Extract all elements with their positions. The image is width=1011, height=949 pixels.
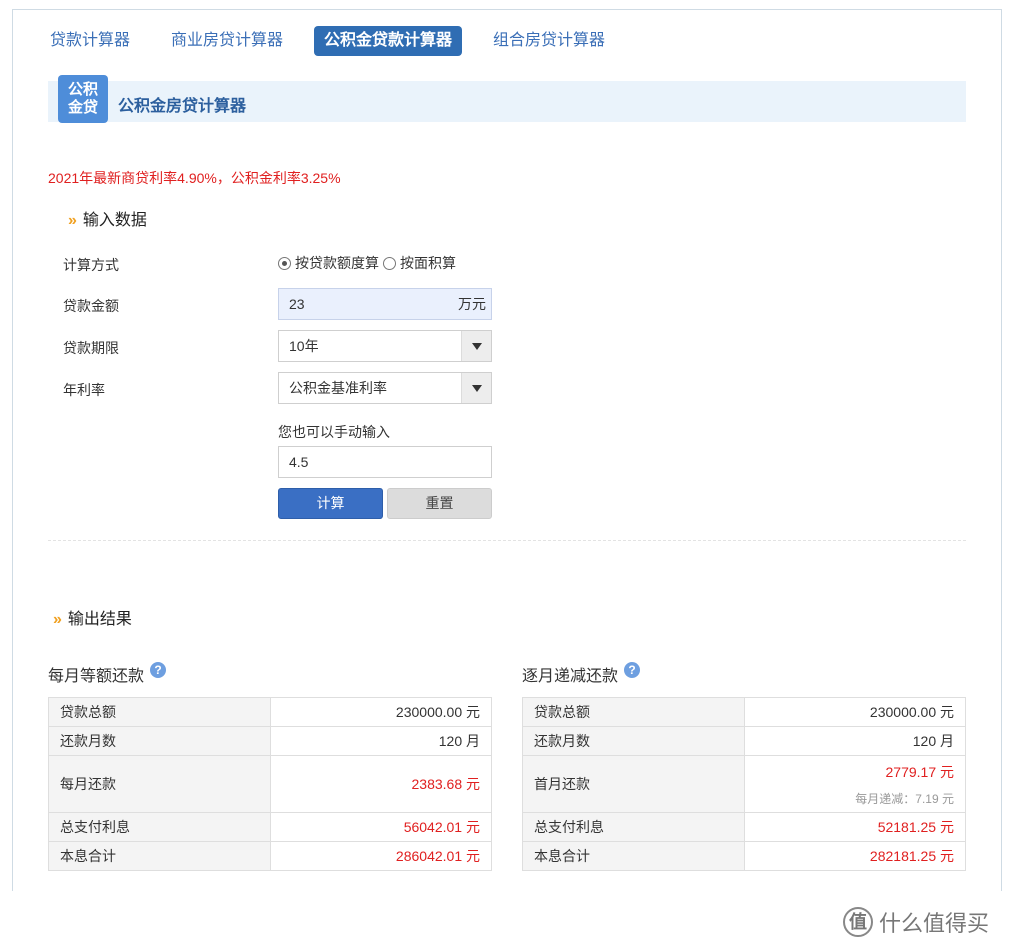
output-section-label: 输出结果: [67, 611, 132, 628]
double-chevron-icon: »: [53, 611, 62, 628]
radio-unchecked-icon[interactable]: [383, 256, 396, 270]
row-label: 贷款总额: [48, 697, 271, 727]
row-label: 本息合计: [522, 841, 745, 871]
equal-principal-table: 贷款总额 230000.00 元 还款月数 120 月 首月还款 2779.17…: [522, 697, 966, 871]
badge-text: 公积 金贷: [67, 81, 98, 116]
provident-fund-badge: 公积 金贷: [58, 75, 108, 123]
method-label: 计算方式: [63, 257, 119, 273]
method-radio-group: 按贷款额度算 按面积算: [278, 253, 460, 273]
reset-button[interactable]: 重置: [387, 488, 492, 519]
equal-installment-title: 每月等额还款 ?: [48, 662, 167, 686]
interest-rate-value: 公积金基准利率: [289, 380, 387, 396]
table-row: 贷款总额 230000.00 元: [522, 697, 966, 727]
row-label: 贷款总额: [522, 697, 745, 727]
equal-installment-label: 每月等额还款: [48, 668, 145, 685]
tab-commercial-mortgage[interactable]: 商业房贷计算器: [161, 26, 293, 56]
table-row: 总支付利息 56042.01 元: [48, 812, 492, 842]
loan-amount-unit: 万元: [458, 296, 486, 312]
first-month-payment: 2779.17 元: [885, 763, 955, 780]
radio-by-amount[interactable]: 按贷款额度算: [278, 253, 379, 273]
smzdm-logo-icon: 值: [843, 907, 873, 937]
watermark: 值 什么值得买: [843, 906, 989, 938]
input-section-label: 输入数据: [82, 212, 147, 229]
row-value: 120 月: [744, 726, 966, 756]
monthly-decrease: 每月递减：7.19 元: [855, 791, 954, 806]
tab-provident-fund-loan[interactable]: 公积金贷款计算器: [314, 26, 463, 56]
loan-amount-input[interactable]: 23 万元: [278, 288, 492, 320]
row-label: 首月还款: [522, 755, 745, 813]
radio-by-amount-label: 按贷款额度算: [295, 255, 379, 271]
table-row: 首月还款 2779.17 元 每月递减：7.19 元: [522, 755, 966, 813]
watermark-text: 什么值得买: [879, 911, 990, 936]
table-row: 总支付利息 52181.25 元: [522, 812, 966, 842]
chevron-down-icon[interactable]: [461, 373, 491, 403]
double-chevron-icon: »: [68, 212, 77, 229]
interest-rate-select[interactable]: 公积金基准利率: [278, 372, 492, 404]
row-value: 286042.01 元: [270, 841, 492, 871]
help-icon[interactable]: ?: [150, 662, 167, 678]
loan-term-value: 10年: [289, 338, 319, 354]
row-value: 120 月: [270, 726, 492, 756]
equal-principal-title: 逐月递减还款 ?: [522, 662, 641, 686]
loan-term-select[interactable]: 10年: [278, 330, 492, 362]
table-row: 本息合计 282181.25 元: [522, 841, 966, 871]
radio-by-area[interactable]: 按面积算: [383, 253, 456, 273]
tab-loan-calculator[interactable]: 贷款计算器: [40, 26, 140, 56]
equal-principal-label: 逐月递减还款: [522, 668, 619, 685]
table-row: 每月还款 2383.68 元: [48, 755, 492, 813]
rate-notice: 2021年最新商贷利率4.90%，公积金利率3.25%: [48, 170, 341, 186]
row-label: 还款月数: [522, 726, 745, 756]
table-row: 贷款总额 230000.00 元: [48, 697, 492, 727]
table-row: 还款月数 120 月: [48, 726, 492, 756]
chevron-down-icon[interactable]: [461, 331, 491, 361]
input-section-title: » 输入数据: [68, 206, 147, 230]
manual-rate-value: 4.5: [289, 454, 309, 470]
manual-rate-input[interactable]: 4.5: [278, 446, 492, 478]
loan-amount-value: 23: [289, 296, 305, 312]
manual-input-hint: 您也可以手动输入: [278, 424, 390, 440]
row-label: 每月还款: [48, 755, 271, 813]
row-value: 56042.01 元: [270, 812, 492, 842]
row-value: 230000.00 元: [270, 697, 492, 727]
row-value: 2383.68 元: [270, 755, 492, 813]
row-value: 282181.25 元: [744, 841, 966, 871]
row-label: 总支付利息: [522, 812, 745, 842]
row-label: 总支付利息: [48, 812, 271, 842]
radio-checked-icon[interactable]: [278, 256, 291, 270]
tab-combined-mortgage[interactable]: 组合房贷计算器: [483, 26, 615, 56]
table-row: 还款月数 120 月: [522, 726, 966, 756]
row-label: 还款月数: [48, 726, 271, 756]
page-title: 公积金房贷计算器: [118, 98, 247, 115]
row-value-group: 2779.17 元 每月递减：7.19 元: [744, 755, 966, 813]
amount-label: 贷款金额: [63, 298, 119, 314]
radio-by-area-label: 按面积算: [400, 255, 456, 271]
row-value: 52181.25 元: [744, 812, 966, 842]
output-section-title: » 输出结果: [53, 605, 132, 629]
calculate-button[interactable]: 计算: [278, 488, 383, 519]
equal-installment-table: 贷款总额 230000.00 元 还款月数 120 月 每月还款 2383.68…: [48, 697, 492, 871]
rate-label: 年利率: [63, 382, 105, 398]
calculator-tabs: 贷款计算器 商业房贷计算器 公积金贷款计算器 组合房贷计算器: [40, 26, 636, 56]
row-value: 230000.00 元: [744, 697, 966, 727]
help-icon[interactable]: ?: [624, 662, 641, 678]
section-divider: [48, 540, 966, 541]
table-row: 本息合计 286042.01 元: [48, 841, 492, 871]
row-label: 本息合计: [48, 841, 271, 871]
term-label: 贷款期限: [63, 340, 119, 356]
